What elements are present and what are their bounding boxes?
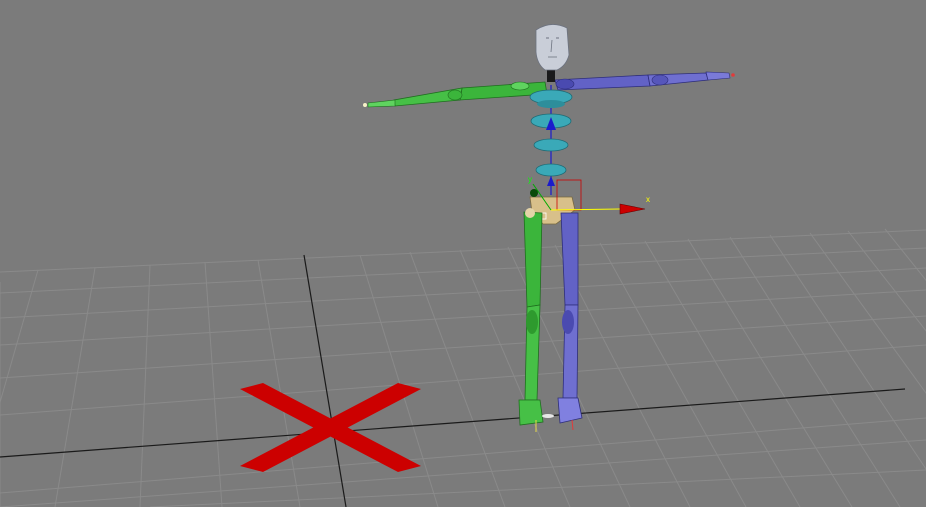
biped-right-leg[interactable]: [542, 212, 583, 431]
biped-spine[interactable]: [529, 85, 573, 195]
3d-viewport[interactable]: x y: [0, 0, 926, 507]
biped-right-arm[interactable]: [554, 71, 735, 91]
gizmo-x-label: x: [646, 195, 650, 204]
biped-left-arm[interactable]: [363, 81, 548, 108]
viewport-scene[interactable]: x y: [0, 0, 926, 507]
gizmo-y-label: y: [528, 175, 532, 184]
biped-head[interactable]: [535, 24, 570, 82]
home-grid: [0, 228, 926, 507]
biped-left-leg[interactable]: [518, 208, 544, 432]
